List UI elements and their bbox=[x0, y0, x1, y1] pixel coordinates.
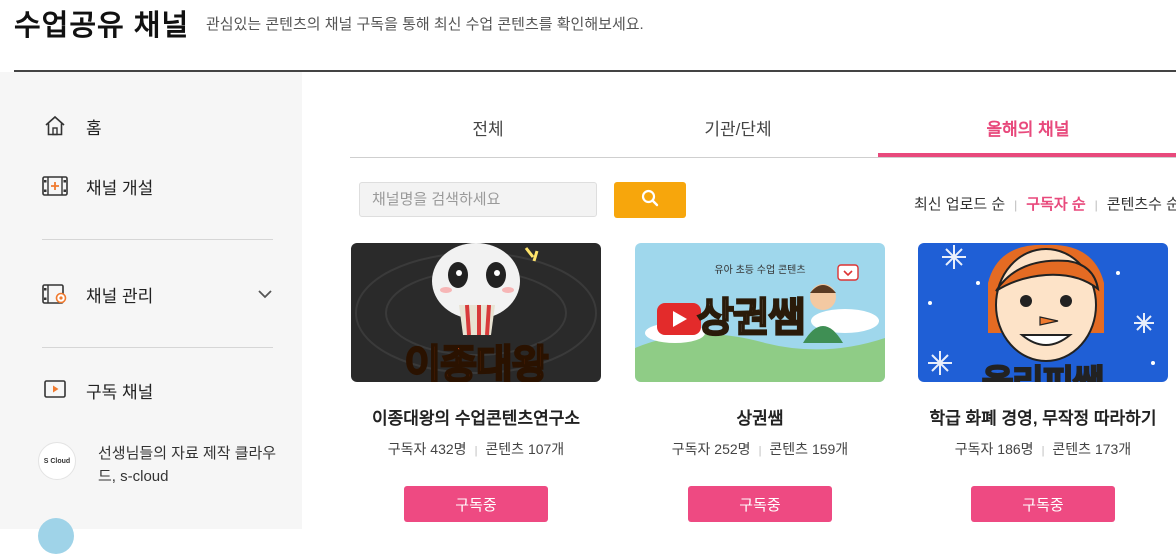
sidebar: 홈 채널 개설 채널 관리 구독 채널 S Cloud 선생님들의 자료 제작 … bbox=[0, 72, 302, 554]
sidebar-item-manage-channel[interactable]: 채널 관리 bbox=[42, 281, 153, 307]
subscribed-channel-name: 선생님들의 자료 제작 클라우드, s-cloud bbox=[98, 445, 277, 485]
sidebar-item-create-channel[interactable]: 채널 개설 bbox=[42, 173, 153, 199]
thumbnail-title: 올리피쌤 bbox=[981, 355, 1105, 382]
search-input[interactable] bbox=[359, 182, 597, 217]
page-subtitle: 관심있는 콘텐츠의 채널 구독을 통해 최신 수업 콘텐츠를 확인해보세요. bbox=[206, 16, 644, 33]
sidebar-item-label: 구독 채널 bbox=[86, 382, 154, 402]
separator: | bbox=[758, 445, 762, 457]
channel-stats: 구독자 432명 | 콘텐츠 107개 bbox=[351, 439, 601, 459]
sidebar-divider bbox=[42, 347, 273, 348]
sidebar-item-label: 홈 bbox=[86, 118, 102, 138]
search-icon bbox=[641, 189, 659, 212]
chevron-down-icon[interactable] bbox=[256, 285, 274, 303]
tab-organization[interactable]: 기관/단체 bbox=[600, 108, 876, 157]
channel-thumbnail[interactable]: 유아 초등 수업 콘텐츠 상권쌤 bbox=[635, 243, 885, 382]
subscriber-count: 구독자 252명 bbox=[671, 441, 751, 457]
tab-all[interactable]: 전체 bbox=[350, 108, 626, 157]
separator: | bbox=[474, 445, 478, 457]
sidebar-item-home[interactable]: 홈 bbox=[42, 113, 102, 139]
channel-tabs: 전체 기관/단체 올해의 채널 bbox=[350, 108, 1176, 158]
channel-thumbnail[interactable]: 이종대왕 bbox=[351, 243, 601, 382]
thumbnail-caption: 유아 초등 수업 콘텐츠 bbox=[714, 265, 806, 276]
page-title: 수업공유 채널 bbox=[14, 10, 190, 42]
channel-logo: S Cloud bbox=[38, 442, 76, 480]
film-gear-icon bbox=[42, 281, 68, 307]
content-count: 콘텐츠 159개 bbox=[769, 441, 849, 457]
content-count: 콘텐츠 107개 bbox=[485, 441, 565, 457]
sort-options: 최신 업로드 순 | 구독자 순 | 콘텐츠수 순 bbox=[914, 193, 1176, 214]
play-box-icon bbox=[42, 377, 68, 403]
channel-card[interactable]: 이종대왕 이종대왕의 수업콘텐츠연구소 구독자 432명 | 콘텐츠 107개 구독… bbox=[351, 243, 601, 522]
home-icon bbox=[42, 113, 68, 139]
sort-latest-upload[interactable]: 최신 업로드 순 bbox=[914, 196, 1005, 213]
content-count: 콘텐츠 173개 bbox=[1052, 441, 1132, 457]
subscribed-channel-item[interactable]: S Cloud 선생님들의 자료 제작 클라우드, s-cloud bbox=[38, 442, 288, 488]
sidebar-item-label: 채널 개설 bbox=[86, 178, 154, 198]
sort-content-count[interactable]: 콘텐츠수 순 bbox=[1107, 196, 1176, 213]
subscribe-button[interactable]: 구독중 bbox=[688, 486, 832, 522]
subscribe-button[interactable]: 구독중 bbox=[404, 486, 548, 522]
sidebar-item-subscribed[interactable]: 구독 채널 bbox=[42, 377, 153, 403]
search-button[interactable] bbox=[614, 182, 686, 218]
subscriber-count: 구독자 186명 bbox=[954, 441, 1034, 457]
tab-channel-of-the-year[interactable]: 올해의 채널 bbox=[878, 108, 1176, 157]
channel-card[interactable]: 유아 초등 수업 콘텐츠 상권쌤 상권쌤 구독자 252명 | 콘텐츠 159개 구… bbox=[635, 243, 885, 522]
channel-stats: 구독자 252명 | 콘텐츠 159개 bbox=[635, 439, 885, 459]
subscribe-button[interactable]: 구독중 bbox=[971, 486, 1115, 522]
channel-name[interactable]: 상권쌤 bbox=[635, 404, 885, 429]
separator: | bbox=[1041, 445, 1045, 457]
sort-subscribers[interactable]: 구독자 순 bbox=[1026, 196, 1085, 213]
separator: | bbox=[1014, 198, 1018, 212]
thumbnail-title: 상권쌤 bbox=[696, 295, 806, 341]
film-add-icon bbox=[42, 173, 68, 199]
separator: | bbox=[1094, 198, 1098, 212]
channel-logo[interactable] bbox=[38, 518, 74, 554]
channel-name[interactable]: 이종대왕의 수업콘텐츠연구소 bbox=[351, 404, 601, 429]
subscriber-count: 구독자 432명 bbox=[387, 441, 467, 457]
sidebar-divider bbox=[42, 239, 273, 240]
channel-thumbnail[interactable]: 올리피쌤 bbox=[918, 243, 1168, 382]
channel-stats: 구독자 186명 | 콘텐츠 173개 bbox=[918, 439, 1168, 459]
channel-name[interactable]: 학급 화폐 경영, 무작정 따라하기 bbox=[918, 404, 1168, 429]
thumbnail-title: 이종대왕 bbox=[403, 342, 549, 382]
page-header: 수업공유 채널 관심있는 콘텐츠의 채널 구독을 통해 최신 수업 콘텐츠를 확… bbox=[14, 0, 1176, 72]
sidebar-item-label: 채널 관리 bbox=[86, 286, 154, 306]
channel-card[interactable]: 올리피쌤 학급 화폐 경영, 무작정 따라하기 구독자 186명 | 콘텐츠 173… bbox=[918, 243, 1168, 522]
